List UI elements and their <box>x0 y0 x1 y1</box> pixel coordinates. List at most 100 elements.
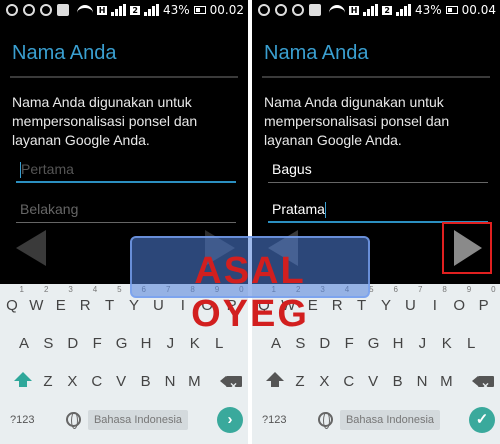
clock: 00.02 <box>209 3 244 17</box>
page-title: Nama Anda <box>12 42 117 64</box>
key-label: S <box>43 335 54 352</box>
key-r[interactable]: R4 <box>73 286 97 320</box>
notification-icon <box>6 4 18 16</box>
page-title: Nama Anda <box>264 42 369 64</box>
key-e[interactable]: E3 <box>49 286 73 320</box>
last-name-field[interactable]: Belakang <box>16 197 236 223</box>
key-x[interactable]: X <box>60 368 84 396</box>
backspace-icon <box>220 372 242 400</box>
key-label: A <box>270 335 281 352</box>
sim-badge: 2 <box>382 5 392 15</box>
sync-icon <box>275 4 287 16</box>
key-label: H <box>392 335 404 352</box>
key-p[interactable]: P0 <box>472 286 496 320</box>
first-name-field[interactable]: Pertama <box>16 157 236 183</box>
key-d[interactable]: D <box>61 330 85 358</box>
keyboard-bottom-row: ?123 Bahasa Indonesia ✓ <box>252 406 500 434</box>
first-name-value: Bagus <box>272 161 312 177</box>
space-bar[interactable]: Bahasa Indonesia <box>88 410 188 430</box>
facebook-icon <box>57 4 69 16</box>
battery-icon <box>445 6 458 14</box>
key-x[interactable]: X <box>312 368 336 396</box>
key-c[interactable]: C <box>337 368 361 396</box>
key-t[interactable]: T5 <box>98 286 122 320</box>
key-label: I <box>432 297 437 314</box>
last-name-value: Pratama <box>272 201 325 217</box>
backspace-key[interactable] <box>470 368 496 400</box>
next-action-key[interactable]: › <box>217 407 243 433</box>
battery-percent: 43% <box>162 3 190 17</box>
shift-key[interactable] <box>258 368 284 396</box>
phone-screen-before: H 2 43% 00.02 Nama Anda Nama Anda diguna… <box>0 0 248 444</box>
key-digit-hint: 9 <box>466 285 472 294</box>
key-c[interactable]: C <box>85 368 109 396</box>
key-m[interactable]: M <box>182 368 206 396</box>
space-bar[interactable]: Bahasa Indonesia <box>340 410 440 430</box>
key-n[interactable]: N <box>410 368 434 396</box>
key-g[interactable]: G <box>110 330 134 358</box>
key-label: C <box>343 373 355 390</box>
symbols-key[interactable]: ?123 <box>262 414 286 426</box>
key-q[interactable]: Q1 <box>0 286 24 320</box>
last-name-field[interactable]: Pratama <box>268 197 488 223</box>
description-text: Nama Anda digunakan untuk mempersonalisa… <box>264 94 450 148</box>
key-h[interactable]: H <box>386 330 410 358</box>
key-k[interactable]: K <box>435 330 459 358</box>
back-arrow-icon[interactable] <box>16 230 46 266</box>
key-label: G <box>115 335 128 352</box>
key-b[interactable]: B <box>386 368 410 396</box>
key-j[interactable]: J <box>410 330 434 358</box>
signal-icon <box>111 4 127 16</box>
key-w[interactable]: W2 <box>24 286 48 320</box>
key-b[interactable]: B <box>134 368 158 396</box>
key-label: H <box>140 335 152 352</box>
key-digit-hint: 6 <box>393 285 398 294</box>
wifi-icon <box>76 5 93 15</box>
key-u[interactable]: U7 <box>398 286 422 320</box>
next-arrow-icon[interactable] <box>454 230 482 266</box>
key-l[interactable]: L <box>459 330 483 358</box>
key-y[interactable]: Y6 <box>374 286 398 320</box>
key-digit-hint: 5 <box>117 285 122 294</box>
globe-icon[interactable] <box>318 412 333 429</box>
key-n[interactable]: N <box>158 368 182 396</box>
next-arrow-highlight-box[interactable] <box>442 222 492 274</box>
key-label: K <box>189 335 200 352</box>
shift-key[interactable] <box>6 368 32 396</box>
key-v[interactable]: V <box>361 368 385 396</box>
keyboard-bottom-row: ?123 Bahasa Indonesia › <box>0 406 248 434</box>
key-z[interactable]: Z <box>36 368 60 396</box>
key-a[interactable]: A <box>12 330 36 358</box>
first-name-field[interactable]: Bagus <box>268 157 488 183</box>
symbols-key[interactable]: ?123 <box>10 414 34 426</box>
key-i[interactable]: I8 <box>423 286 447 320</box>
key-label: W <box>29 297 44 314</box>
watermark-logo: ASAL OYEG <box>130 236 370 335</box>
title-divider <box>10 76 238 78</box>
key-label: B <box>392 373 403 390</box>
backspace-key[interactable] <box>218 368 244 400</box>
status-bar: H 2 43% 00.04 <box>252 0 500 22</box>
key-digit-hint: 0 <box>491 285 496 294</box>
key-o[interactable]: O9 <box>447 286 471 320</box>
key-label: Z <box>295 373 305 390</box>
key-digit-hint: 8 <box>442 285 447 294</box>
key-m[interactable]: M <box>434 368 458 396</box>
globe-icon[interactable] <box>66 412 81 429</box>
key-digit-hint: 1 <box>19 285 24 294</box>
key-f[interactable]: F <box>85 330 109 358</box>
key-label: C <box>91 373 103 390</box>
key-label: P <box>478 297 489 314</box>
key-v[interactable]: V <box>109 368 133 396</box>
key-label: M <box>440 373 453 390</box>
notification-icon <box>258 4 270 16</box>
key-label: L <box>467 335 476 352</box>
key-label: U <box>404 297 416 314</box>
key-label: A <box>18 335 29 352</box>
key-label: X <box>67 373 78 390</box>
done-action-key[interactable]: ✓ <box>469 407 495 433</box>
battery-icon <box>193 6 206 14</box>
key-s[interactable]: S <box>36 330 60 358</box>
key-label: J <box>418 335 427 352</box>
key-z[interactable]: Z <box>288 368 312 396</box>
